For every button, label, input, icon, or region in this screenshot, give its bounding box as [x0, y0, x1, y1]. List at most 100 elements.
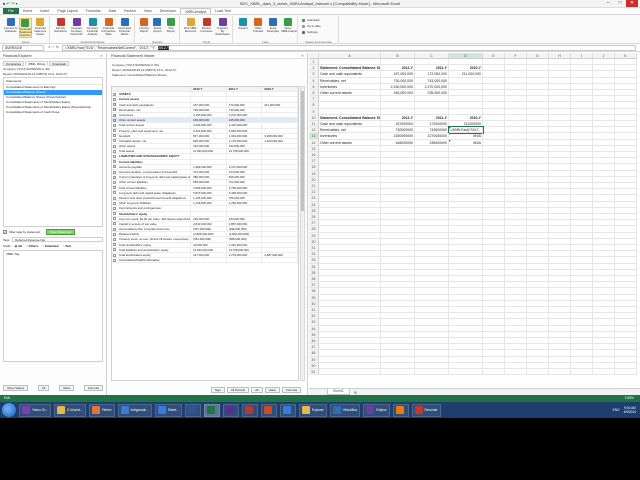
row-checkbox[interactable]: [113, 191, 117, 195]
cell-d51[interactable]: [449, 369, 483, 376]
all-button[interactable]: All: [37, 385, 50, 391]
all-periods-button[interactable]: All Periods: [226, 387, 250, 393]
ribbon-button-edit-my-definitions[interactable]: Edit My Definitions: [53, 18, 68, 38]
column-header-g[interactable]: G: [527, 53, 549, 58]
radio-others[interactable]: ○ Others: [26, 244, 38, 248]
ribbon-button-financial-comparison-table[interactable]: Financial Comparison Table: [101, 18, 116, 38]
show-values-button[interactable]: Show Values: [3, 385, 29, 391]
row-header[interactable]: 51: [309, 369, 319, 376]
row-checkbox[interactable]: [113, 201, 117, 205]
view-statement-button[interactable]: View Statement: [46, 229, 76, 235]
ribbon-button-trial-report[interactable]: Trial Report: [165, 18, 177, 38]
column-header-b[interactable]: B: [381, 53, 415, 58]
row-checkbox[interactable]: [113, 217, 117, 221]
tab-xbrl-filings[interactable]: XBRL Filings: [25, 61, 49, 66]
taskbar-item[interactable]: Firefox: [88, 403, 115, 417]
select-all-corner[interactable]: [309, 53, 319, 58]
taskbar-item[interactable]: Eclipse: [363, 403, 390, 417]
row-checkbox[interactable]: [113, 258, 117, 262]
row-checkbox[interactable]: [113, 149, 117, 153]
cell-e51[interactable]: [483, 369, 505, 376]
ribbon-button-financial-statement-viewer[interactable]: Financial Statement Viewer: [33, 18, 47, 38]
start-button[interactable]: [2, 403, 16, 417]
statement-list-item[interactable]: Consolidated Statements of Cash Flows: [4, 110, 102, 115]
taskbar-item[interactable]: [203, 403, 220, 417]
cell-a51[interactable]: [319, 369, 381, 376]
taskbar-item[interactable]: [222, 403, 239, 417]
row-checkbox[interactable]: [113, 170, 117, 174]
tab-companies[interactable]: Companies: [3, 61, 25, 66]
taskbar-item[interactable]: [392, 403, 409, 417]
row-checkbox[interactable]: [113, 180, 117, 184]
row-checkbox[interactable]: [113, 123, 117, 127]
name-box[interactable]: AVERAGE: [2, 45, 44, 51]
row-checkbox[interactable]: [113, 165, 117, 169]
ribbon-button-automated-financial-ratios[interactable]: Automated Financial Ratios: [117, 18, 132, 38]
ribbon-button-financial-statement-explorer[interactable]: Financial Statement Explorer: [18, 18, 33, 38]
cell-h51[interactable]: [549, 369, 571, 376]
ribbon-button-sector-report[interactable]: Sector Report: [151, 18, 163, 38]
row-checkbox[interactable]: [113, 129, 117, 133]
minimize-button[interactable]: –: [602, 0, 614, 7]
ribbon-button-company-financial-analysis[interactable]: Company Financial Analysis: [85, 18, 100, 38]
column-header-c[interactable]: C: [415, 53, 449, 58]
close-button[interactable]: ✕: [626, 0, 638, 7]
taskbar-item[interactable]: Recorder: [411, 403, 441, 417]
formula-input[interactable]: =XBRLFact("SVU", "ReceivablesNetCurrent"…: [62, 45, 636, 51]
formula-button[interactable]: Formula: [83, 385, 103, 391]
row-checkbox[interactable]: [113, 160, 117, 164]
add-sheet-icon[interactable]: ⊕: [354, 390, 357, 395]
row-checkbox[interactable]: [113, 175, 117, 179]
ribbon-button-support[interactable]: Support: [236, 18, 250, 38]
tab-financials[interactable]: Financials: [49, 61, 69, 66]
zoom-level[interactable]: 100%: [625, 395, 634, 402]
row-checkbox[interactable]: [113, 206, 117, 210]
taskbar-item[interactable]: [241, 403, 258, 417]
value-button[interactable]: Value: [58, 385, 75, 391]
cell-j51[interactable]: [593, 369, 615, 376]
row-checkbox[interactable]: [113, 248, 117, 252]
row-checkbox[interactable]: [113, 134, 117, 138]
all-button[interactable]: All: [251, 387, 263, 393]
ribbon-button-compare-company-financials[interactable]: Compare Company Financials: [69, 18, 84, 38]
status-item-up-to-date[interactable]: Up to date: [302, 24, 321, 28]
column-header-h[interactable]: H: [549, 53, 571, 58]
scroll-thumb[interactable]: [301, 91, 304, 211]
tags-button[interactable]: Tags: [210, 387, 225, 393]
formula-fx-icon[interactable]: ✕ ✓ fx: [48, 45, 59, 49]
row-checkbox[interactable]: [113, 155, 117, 159]
value-button[interactable]: Value: [264, 387, 280, 393]
status-item-settings[interactable]: Settings: [302, 30, 318, 34]
row-checkbox[interactable]: [113, 144, 117, 148]
viewer-scrollbar[interactable]: [300, 86, 305, 381]
cell-i51[interactable]: [571, 369, 593, 376]
radio-extended[interactable]: ○ Extended: [42, 244, 58, 248]
radio-text[interactable]: ○ Text: [62, 244, 71, 248]
ribbon-button-browse-footnotes[interactable]: Browse Footnotes: [199, 18, 214, 38]
row-checkbox[interactable]: [113, 243, 117, 247]
ribbon-button-find-xbrl-elements[interactable]: Find XBRL Elements: [183, 18, 198, 38]
clock[interactable]: 9:04 AM 4/9/2014: [624, 406, 636, 414]
taskbar-item[interactable]: Sheet...: [154, 403, 182, 417]
column-header-j[interactable]: J: [593, 53, 615, 58]
row-checkbox[interactable]: [113, 222, 117, 226]
status-item-calculate[interactable]: Calculate: [302, 18, 320, 22]
column-header-k[interactable]: K: [615, 53, 637, 58]
taskbar-item[interactable]: Indigomain...: [117, 403, 152, 417]
row-checkbox[interactable]: [113, 227, 117, 231]
row-checkbox[interactable]: [113, 186, 117, 190]
cell-b51[interactable]: [381, 369, 415, 376]
row-checkbox[interactable]: ✓: [113, 108, 117, 112]
statement-row[interactable]: ConsolidatedTotalFourthrealizer: [112, 258, 298, 264]
taskbar-item[interactable]: [184, 403, 201, 417]
row-checkbox[interactable]: ✓: [113, 113, 117, 117]
ribbon-button-excel-examples[interactable]: Excel Examples: [266, 18, 280, 38]
cell-k51[interactable]: [615, 369, 637, 376]
taskbar-item[interactable]: C:\Users\...: [53, 403, 86, 417]
row-checkbox[interactable]: [113, 196, 117, 200]
formula-button[interactable]: Formula: [281, 387, 301, 393]
close-icon[interactable]: ✕: [301, 53, 304, 59]
close-icon[interactable]: ✕: [100, 53, 103, 59]
column-header-i[interactable]: I: [571, 53, 593, 58]
column-header-a[interactable]: A: [319, 53, 381, 58]
